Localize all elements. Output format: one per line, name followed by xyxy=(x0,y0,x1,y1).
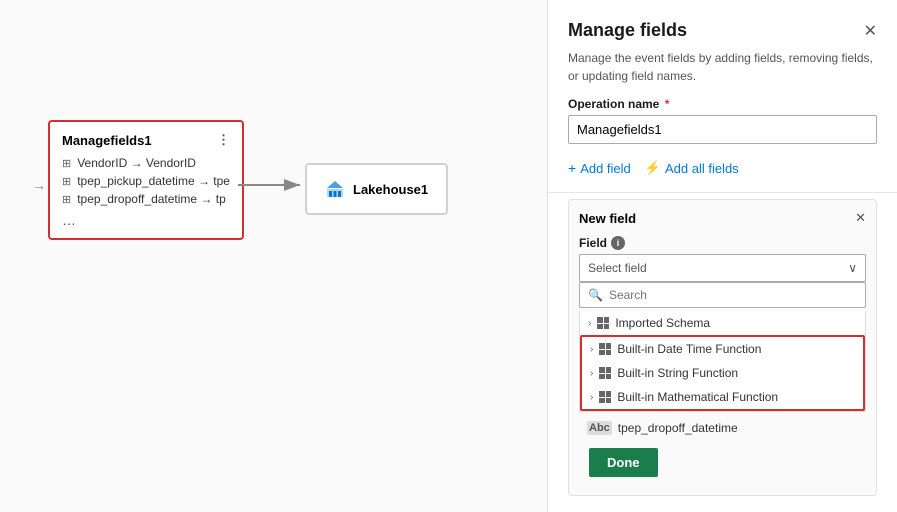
new-field-header: New field ✕ xyxy=(579,210,866,226)
node-field-3: ⊞ tpep_dropoff_datetime → tp xyxy=(62,192,230,206)
done-button[interactable]: Done xyxy=(589,448,658,477)
abc-icon: Abc xyxy=(587,421,612,435)
panel-header: Manage fields ✕ xyxy=(548,0,897,49)
highlighted-group: › Built-in Date Time Function › Built-in… xyxy=(580,335,865,411)
lakehouse-title: Lakehouse1 xyxy=(353,182,428,197)
new-field-title: New field xyxy=(579,211,636,226)
select-field-dropdown[interactable]: Select field ∨ xyxy=(579,254,866,282)
done-bar: Done xyxy=(579,440,866,485)
divider xyxy=(548,192,897,193)
node-header: Managefields1 ⋮ xyxy=(62,132,230,148)
operation-name-section: Operation name * xyxy=(548,97,897,156)
dropdown-item-imported[interactable]: › Imported Schema xyxy=(580,311,865,335)
panel-close-button[interactable]: ✕ xyxy=(864,21,877,41)
lakehouse-node[interactable]: Lakehouse1 xyxy=(305,163,448,215)
table-icon-dt xyxy=(599,343,611,355)
node-field-1: ⊞ VendorID → VendorID xyxy=(62,156,230,170)
panel-title: Manage fields xyxy=(568,20,687,41)
node-title: Managefields1 xyxy=(62,133,152,148)
table-icon xyxy=(597,317,609,329)
field-icon-1: ⊞ xyxy=(62,157,71,170)
dropdown-item-datetime[interactable]: › Built-in Date Time Function xyxy=(582,337,863,361)
add-field-button[interactable]: + Add field xyxy=(568,160,631,176)
manage-fields-panel: Manage fields ✕ Manage the event fields … xyxy=(547,0,897,512)
chevron-right-icon-math: › xyxy=(590,392,593,403)
panel-description: Manage the event fields by adding fields… xyxy=(548,49,897,97)
field-info-label: Field i xyxy=(579,236,866,250)
chevron-right-icon: › xyxy=(588,318,591,329)
operation-label: Operation name * xyxy=(568,97,877,111)
node-more: … xyxy=(62,212,230,228)
node-menu-icon[interactable]: ⋮ xyxy=(217,132,230,148)
lakehouse-icon xyxy=(325,179,345,199)
plus-icon: + xyxy=(568,160,576,176)
new-field-close-button[interactable]: ✕ xyxy=(855,210,866,226)
dropdown-item-string[interactable]: › Built-in String Function xyxy=(582,361,863,385)
connector-arrow xyxy=(0,0,540,512)
action-bar: + Add field ⚡ Add all fields xyxy=(548,156,897,186)
table-icon-math xyxy=(599,391,611,403)
search-icon: 🔍 xyxy=(588,288,603,302)
search-input[interactable] xyxy=(609,288,857,302)
chevron-right-icon-dt: › xyxy=(590,344,593,355)
field-icon-2: ⊞ xyxy=(62,175,71,188)
chevron-down-icon: ∨ xyxy=(848,261,857,275)
new-field-section: New field ✕ Field i Select field ∨ 🔍 › xyxy=(568,199,877,496)
operation-name-input[interactable] xyxy=(568,115,877,144)
lightning-icon: ⚡ xyxy=(645,160,661,176)
arrow-input: → xyxy=(32,177,46,193)
dropdown-list: › Imported Schema › Built-in Date Time F… xyxy=(579,311,866,412)
node-field-2: ⊞ tpep_pickup_datetime → tpe xyxy=(62,174,230,188)
select-field-wrapper: Select field ∨ 🔍 › Imported Schema › xyxy=(579,254,866,412)
dropdown-item-math[interactable]: › Built-in Mathematical Function xyxy=(582,385,863,409)
info-icon: i xyxy=(611,236,625,250)
search-box[interactable]: 🔍 xyxy=(579,282,866,308)
footer-field-item: Abc tpep_dropoff_datetime xyxy=(579,416,866,440)
table-icon-str xyxy=(599,367,611,379)
add-all-fields-button[interactable]: ⚡ Add all fields xyxy=(645,160,739,176)
field-icon-3: ⊞ xyxy=(62,193,71,206)
chevron-right-icon-str: › xyxy=(590,368,593,379)
manage-fields-node[interactable]: Managefields1 ⋮ ⊞ VendorID → VendorID ⊞ … xyxy=(48,120,244,240)
canvas-area: → Managefields1 ⋮ ⊞ VendorID → VendorID … xyxy=(0,0,547,512)
